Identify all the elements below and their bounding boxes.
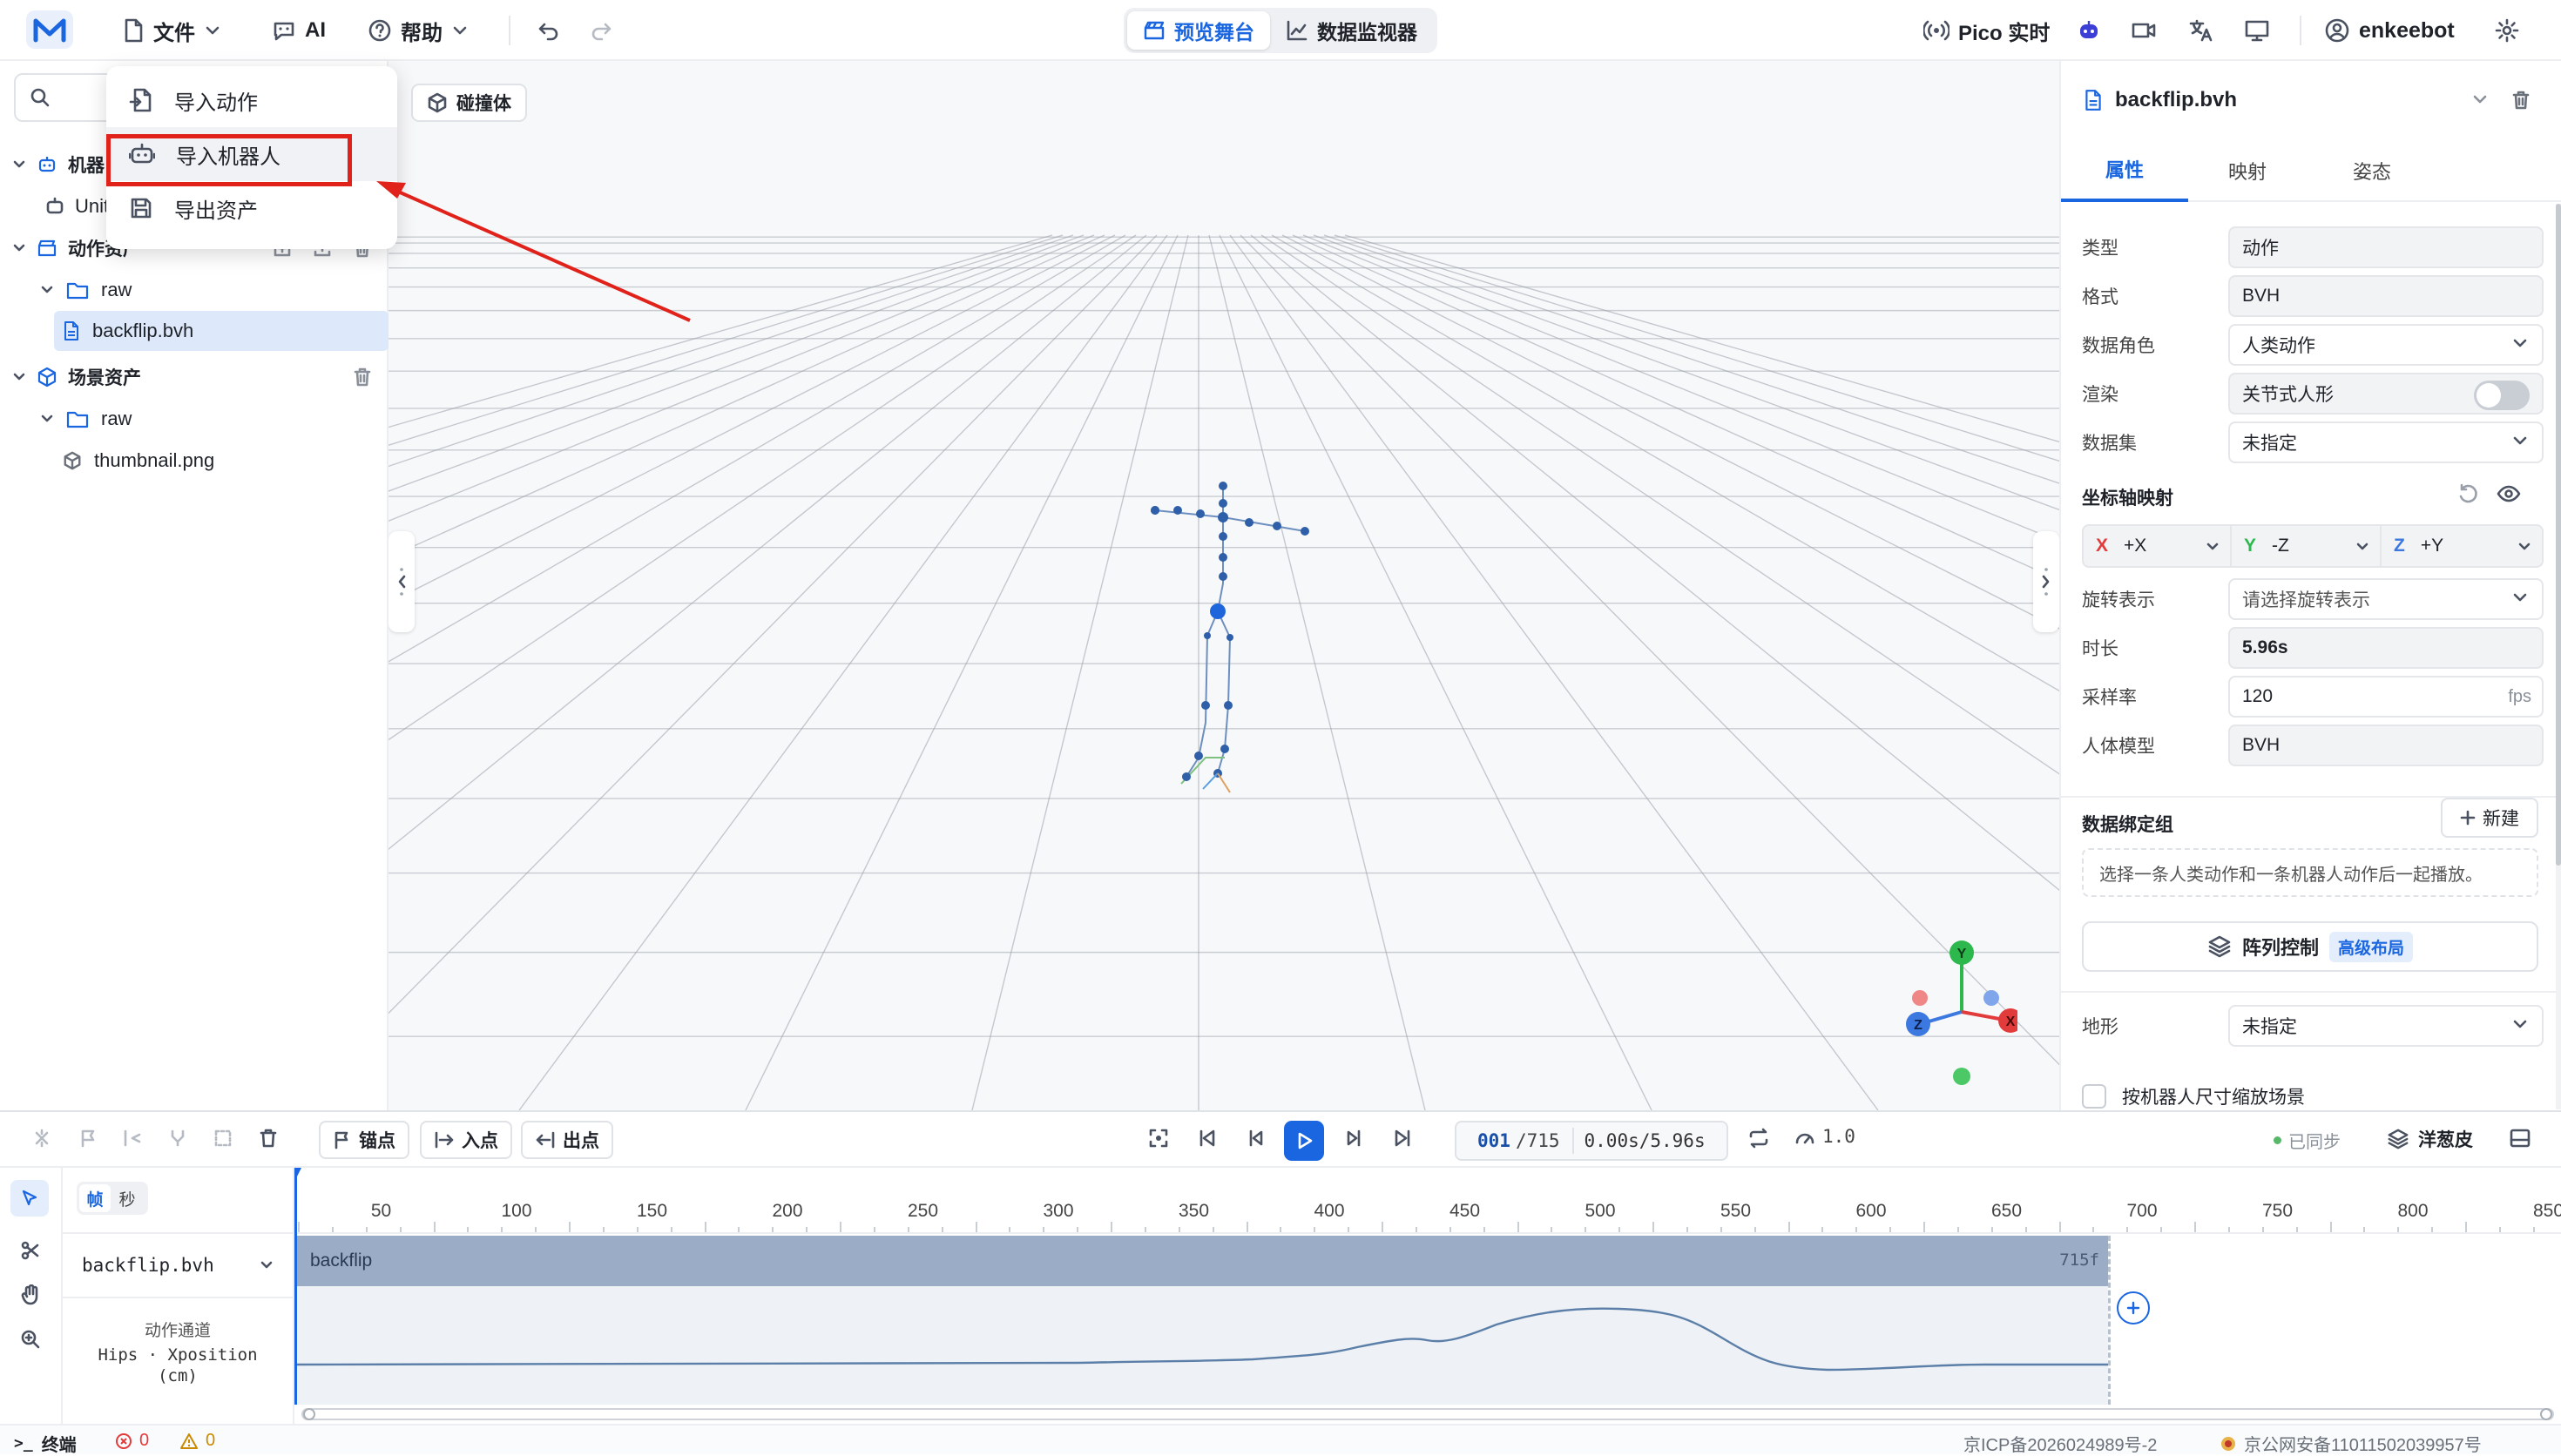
annotation-arrow [376,181,691,322]
